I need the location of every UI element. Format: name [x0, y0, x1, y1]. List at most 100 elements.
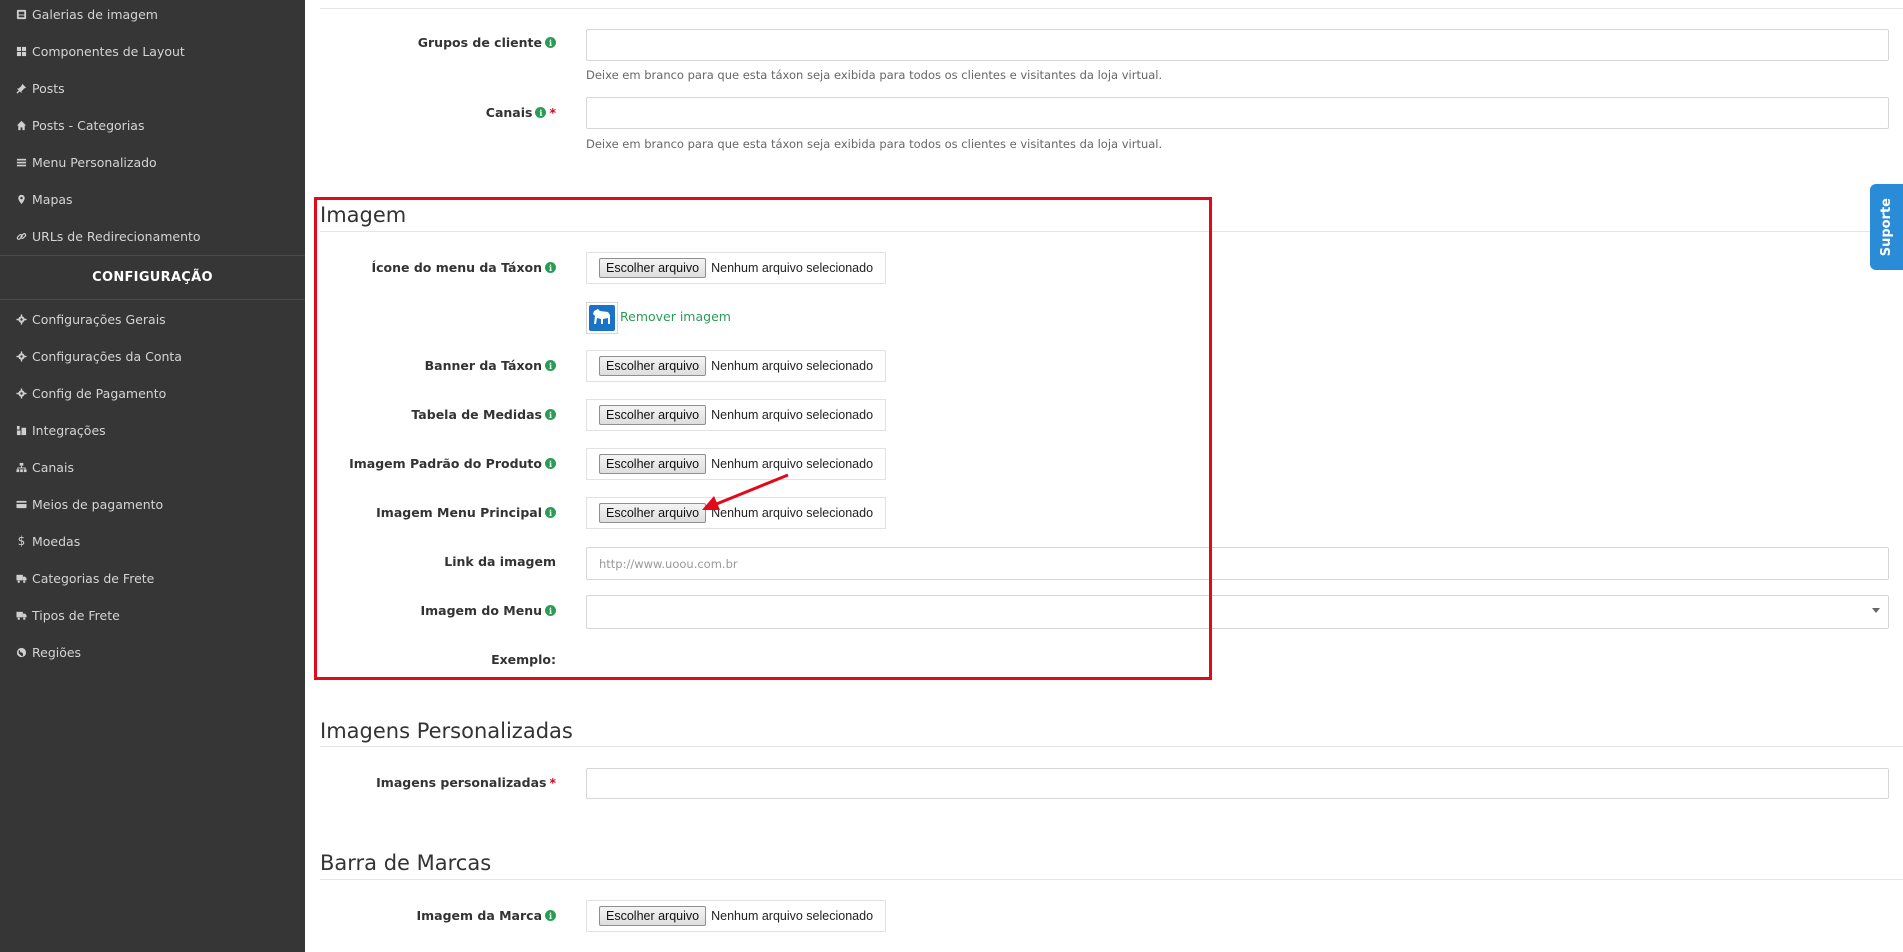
credit-card-icon [15, 498, 28, 511]
link-icon [15, 230, 28, 243]
custom-images-input[interactable] [586, 768, 1889, 799]
gear-icon [15, 387, 28, 400]
map-marker-icon [15, 193, 28, 206]
sidebar-item-label: Mapas [32, 191, 73, 207]
sidebar-item-config-pagamento[interactable]: Config de Pagamento [15, 383, 166, 403]
custom-images-section-title: Imagens Personalizadas [320, 719, 573, 743]
sidebar-item-posts[interactable]: Posts [15, 78, 65, 98]
section-divider [320, 8, 1903, 9]
sidebar-item-posts-categorias[interactable]: Posts - Categorias [15, 115, 144, 135]
brand-image-file-input[interactable]: Escolher arquivo Nenhum arquivo selecion… [586, 900, 886, 932]
dollar-icon: $ [17, 534, 26, 548]
image-link-label: Link da imagem [444, 554, 556, 569]
menu-icon-file-input[interactable]: Escolher arquivo Nenhum arquivo selecion… [586, 252, 886, 284]
sidebar-item-meios-pagamento[interactable]: Meios de pagamento [15, 494, 163, 514]
info-icon[interactable]: i [545, 458, 556, 469]
support-tab[interactable]: Suporte [1870, 184, 1903, 270]
menu-icon-label: Ícone do menu da Táxon i [371, 260, 556, 275]
info-icon[interactable]: i [545, 262, 556, 273]
size-table-label: Tabela de Medidas i [411, 407, 556, 422]
customer-groups-input[interactable] [586, 29, 1889, 61]
sidebar-item-label: Categorias de Frete [32, 570, 155, 586]
sidebar-item-label: Configurações Gerais [32, 311, 166, 327]
info-icon[interactable]: i [545, 605, 556, 616]
grid-icon [15, 45, 28, 58]
section-divider [320, 879, 1903, 880]
remove-image-link[interactable]: Remover imagem [620, 309, 731, 324]
truck-icon [15, 572, 28, 585]
info-icon[interactable]: i [545, 360, 556, 371]
customer-groups-label: Grupos de cliente i [418, 35, 556, 50]
info-icon[interactable]: i [545, 37, 556, 48]
sidebar-item-label: Regiões [32, 644, 82, 660]
menu-icon-thumbnail [586, 302, 618, 334]
sitemap-icon [15, 461, 28, 474]
choose-file-button[interactable]: Escolher arquivo [599, 503, 707, 523]
sidebar-item-label: Integrações [32, 422, 106, 438]
image-link-input[interactable]: http://www.uoou.com.br [586, 547, 1889, 580]
file-status: Nenhum arquivo selecionado [711, 359, 874, 373]
sidebar-item-regioes[interactable]: Regiões [15, 642, 81, 662]
sidebar-item-moedas[interactable]: $ Moedas [15, 531, 81, 551]
menu-image-label: Imagem do Menu i [420, 603, 556, 618]
support-tab-label: Suporte [1879, 197, 1894, 257]
sidebar-item-label: URLs de Redirecionamento [32, 228, 201, 244]
section-divider [320, 231, 1903, 232]
sidebar-item-label: Meios de pagamento [32, 496, 164, 512]
file-status: Nenhum arquivo selecionado [711, 457, 874, 471]
info-icon[interactable]: i [545, 507, 556, 518]
image-gallery-icon [15, 8, 28, 21]
sidebar-item-componentes[interactable]: Componentes de Layout [15, 41, 185, 61]
sidebar-item-label: Tipos de Frete [32, 607, 120, 623]
sidebar-item-categorias-frete[interactable]: Categorias de Frete [15, 568, 154, 588]
file-status: Nenhum arquivo selecionado [711, 408, 874, 422]
brand-image-label: Imagem da Marca i [416, 908, 556, 923]
sidebar-item-label: Moedas [32, 533, 81, 549]
home-icon [15, 119, 28, 132]
choose-file-button[interactable]: Escolher arquivo [599, 405, 707, 425]
sidebar-item-label: Galerias de imagem [32, 6, 158, 22]
info-icon[interactable]: i [545, 910, 556, 921]
sidebar-item-label: Configurações da Conta [32, 348, 182, 364]
example-label: Exemplo: [491, 652, 556, 667]
file-status: Nenhum arquivo selecionado [711, 261, 874, 275]
main-content: Grupos de cliente i Deixe em branco para … [305, 0, 1903, 952]
truck-icon [15, 609, 28, 622]
list-icon [15, 156, 28, 169]
sidebar-item-config-conta[interactable]: Configurações da Conta [15, 346, 182, 366]
sidebar-item-galerias[interactable]: Galerias de imagem [15, 4, 158, 24]
sidebar-item-label: Menu Personalizado [32, 154, 157, 170]
image-link-placeholder: http://www.uoou.com.br [599, 556, 738, 571]
sidebar-item-config-gerais[interactable]: Configurações Gerais [15, 309, 166, 329]
sidebar-item-integracoes[interactable]: Integrações [15, 420, 106, 440]
size-table-file-input[interactable]: Escolher arquivo Nenhum arquivo selecion… [586, 399, 886, 431]
sidebar-item-urls[interactable]: URLs de Redirecionamento [15, 226, 201, 246]
sidebar-item-label: Posts [32, 80, 65, 96]
file-status: Nenhum arquivo selecionado [711, 909, 874, 923]
custom-images-label: Imagens personalizadas * [376, 775, 556, 790]
choose-file-button[interactable]: Escolher arquivo [599, 906, 707, 926]
sidebar-item-tipos-frete[interactable]: Tipos de Frete [15, 605, 120, 625]
sidebar-item-canais[interactable]: Canais [15, 457, 74, 477]
sidebar-item-label: Canais [32, 459, 74, 475]
info-icon[interactable]: i [535, 107, 547, 118]
choose-file-button[interactable]: Escolher arquivo [599, 258, 707, 278]
menu-image-select[interactable] [586, 595, 1889, 629]
sidebar-item-mapas[interactable]: Mapas [15, 189, 73, 209]
banner-file-input[interactable]: Escolher arquivo Nenhum arquivo selecion… [586, 350, 886, 382]
annotation-arrow [702, 473, 789, 510]
choose-file-button[interactable]: Escolher arquivo [599, 356, 707, 376]
sidebar: Galerias de imagem Componentes de Layout… [0, 0, 305, 952]
sidebar-item-label: Componentes de Layout [32, 43, 185, 59]
info-icon[interactable]: i [545, 409, 556, 420]
sidebar-item-label: Config de Pagamento [32, 385, 167, 401]
channels-label: Canais i * [485, 105, 556, 120]
sidebar-item-label: Posts - Categorias [32, 117, 145, 133]
channels-input[interactable] [586, 97, 1889, 129]
sidebar-item-menu-personalizado[interactable]: Menu Personalizado [15, 152, 157, 172]
channels-help: Deixe em branco para que esta táxon seja… [586, 137, 1163, 151]
choose-file-button[interactable]: Escolher arquivo [599, 454, 707, 474]
section-divider [320, 746, 1903, 747]
sidebar-section-configuracao: CONFIGURAÇÃO [0, 255, 305, 300]
main-menu-image-label: Imagem Menu Principal i [376, 505, 556, 520]
